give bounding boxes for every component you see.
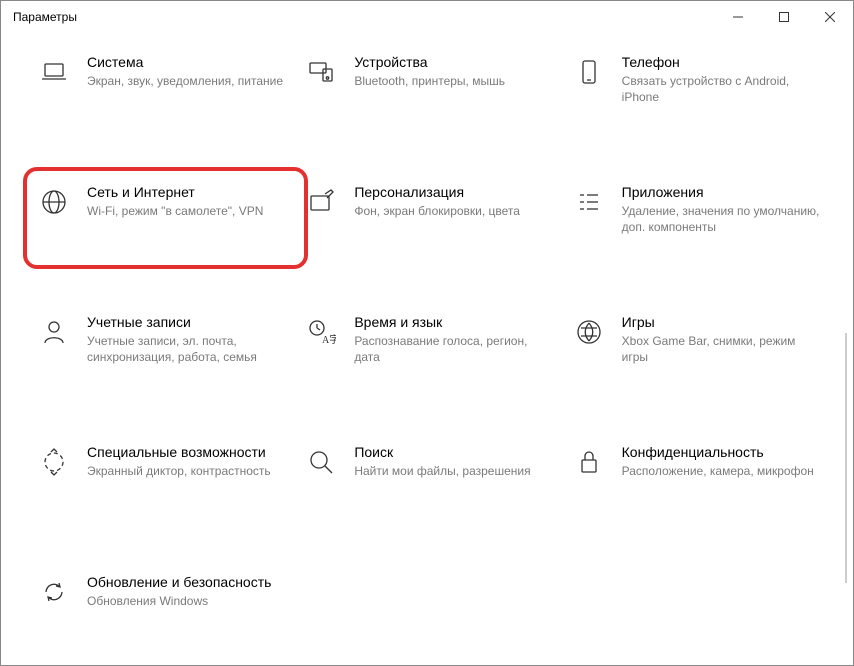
settings-grid: Система Экран, звук, уведомления, питани…: [37, 53, 829, 643]
tile-text: Специальные возможности Экранный диктор,…: [87, 443, 279, 479]
tile-desc: Xbox Game Bar, снимки, режим игры: [622, 333, 821, 365]
tile-text: Сеть и Интернет Wi-Fi, режим "в самолете…: [87, 183, 271, 219]
tile-title: Приложения: [622, 183, 821, 201]
tile-accounts[interactable]: Учетные записи Учетные записи, эл. почта…: [37, 313, 294, 383]
laptop-icon: [37, 55, 71, 89]
tile-privacy[interactable]: Конфиденциальность Расположение, камера,…: [572, 443, 829, 513]
time-language-icon: A字: [304, 315, 338, 349]
tile-desc: Найти мои файлы, разрешения: [354, 463, 530, 479]
tile-text: Учетные записи Учетные записи, эл. почта…: [87, 313, 294, 366]
tile-title: Устройства: [354, 53, 505, 71]
tile-text: Игры Xbox Game Bar, снимки, режим игры: [622, 313, 829, 366]
scrollbar[interactable]: [845, 333, 847, 583]
tile-accessibility[interactable]: Специальные возможности Экранный диктор,…: [37, 443, 294, 513]
tile-text: Система Экран, звук, уведомления, питани…: [87, 53, 291, 89]
tile-title: Персонализация: [354, 183, 520, 201]
gaming-icon: [572, 315, 606, 349]
tile-title: Сеть и Интернет: [87, 183, 263, 201]
tile-title: Система: [87, 53, 283, 71]
tile-text: Персонализация Фон, экран блокировки, цв…: [354, 183, 528, 219]
phone-icon: [572, 55, 606, 89]
tile-apps[interactable]: Приложения Удаление, значения по умолчан…: [572, 183, 829, 253]
tile-gaming[interactable]: Игры Xbox Game Bar, снимки, режим игры: [572, 313, 829, 383]
accessibility-icon: [37, 445, 71, 479]
tile-update[interactable]: Обновление и безопасность Обновления Win…: [37, 573, 294, 643]
tile-text: Обновление и безопасность Обновления Win…: [87, 573, 279, 609]
tile-title: Поиск: [354, 443, 530, 461]
tile-title: Игры: [622, 313, 821, 331]
tile-desc: Учетные записи, эл. почта, синхронизация…: [87, 333, 286, 365]
paint-icon: [304, 185, 338, 219]
person-icon: [37, 315, 71, 349]
tile-title: Конфиденциальность: [622, 443, 814, 461]
tile-desc: Распознавание голоса, регион, дата: [354, 333, 553, 365]
globe-icon: [37, 185, 71, 219]
tile-title: Специальные возможности: [87, 443, 271, 461]
minimize-button[interactable]: [715, 1, 761, 33]
tile-title: Обновление и безопасность: [87, 573, 271, 591]
tile-desc: Удаление, значения по умолчанию, доп. ко…: [622, 203, 821, 235]
tile-search[interactable]: Поиск Найти мои файлы, разрешения: [304, 443, 561, 513]
tile-desc: Экранный диктор, контрастность: [87, 463, 271, 479]
tile-text: Приложения Удаление, значения по умолчан…: [622, 183, 829, 236]
tile-desc: Bluetooth, принтеры, мышь: [354, 73, 505, 89]
titlebar: Параметры: [1, 1, 853, 33]
tile-desc: Фон, экран блокировки, цвета: [354, 203, 520, 219]
update-icon: [37, 575, 71, 609]
settings-content: Система Экран, звук, уведомления, питани…: [1, 33, 853, 665]
tile-desc: Экран, звук, уведомления, питание: [87, 73, 283, 89]
tile-text: Время и язык Распознавание голоса, регио…: [354, 313, 561, 366]
close-button[interactable]: [807, 1, 853, 33]
tile-title: Телефон: [622, 53, 821, 71]
tile-text: Устройства Bluetooth, принтеры, мышь: [354, 53, 513, 89]
tile-text: Поиск Найти мои файлы, разрешения: [354, 443, 538, 479]
tile-network[interactable]: Сеть и Интернет Wi-Fi, режим "в самолете…: [23, 167, 308, 269]
tile-time-language[interactable]: A字 Время и язык Распознавание голоса, ре…: [304, 313, 561, 383]
lock-icon: [572, 445, 606, 479]
tile-phone[interactable]: Телефон Связать устройство с Android, iP…: [572, 53, 829, 123]
window-title: Параметры: [1, 10, 77, 24]
svg-text:A字: A字: [322, 333, 336, 346]
tile-text: Конфиденциальность Расположение, камера,…: [622, 443, 822, 479]
search-icon: [304, 445, 338, 479]
tile-desc: Обновления Windows: [87, 593, 271, 609]
maximize-button[interactable]: [761, 1, 807, 33]
tile-system[interactable]: Система Экран, звук, уведомления, питани…: [37, 53, 294, 123]
tile-desc: Связать устройство с Android, iPhone: [622, 73, 821, 105]
tile-text: Телефон Связать устройство с Android, iP…: [622, 53, 829, 106]
settings-window: Параметры Система Экран, звук, уведо: [0, 0, 854, 666]
tile-personalization[interactable]: Персонализация Фон, экран блокировки, цв…: [304, 183, 561, 253]
tile-title: Учетные записи: [87, 313, 286, 331]
devices-icon: [304, 55, 338, 89]
window-controls: [715, 1, 853, 33]
tile-title: Время и язык: [354, 313, 553, 331]
tile-devices[interactable]: Устройства Bluetooth, принтеры, мышь: [304, 53, 561, 123]
tile-desc: Расположение, камера, микрофон: [622, 463, 814, 479]
apps-icon: [572, 185, 606, 219]
tile-desc: Wi-Fi, режим "в самолете", VPN: [87, 203, 263, 219]
